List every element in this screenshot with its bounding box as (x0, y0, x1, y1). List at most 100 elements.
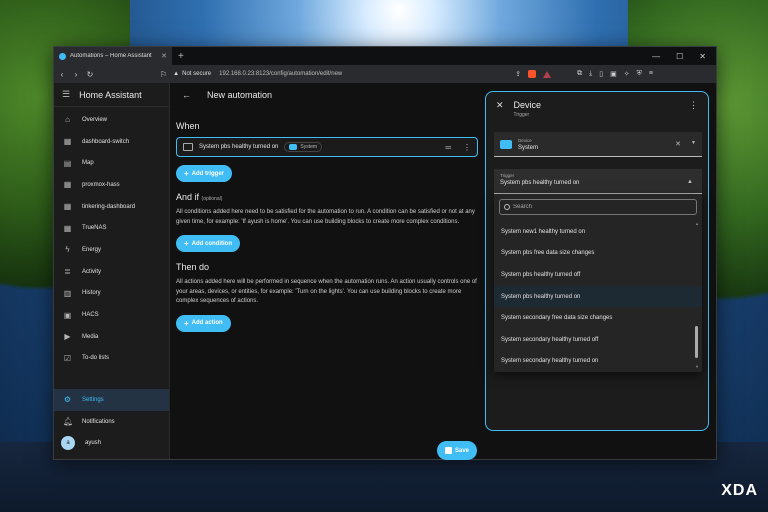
sidebar-item-history[interactable]: ▥ History (54, 283, 169, 305)
browser-tab[interactable]: Automations – Home Assistant ✕ (54, 47, 172, 65)
wallet-icon[interactable]: ▣ (610, 70, 617, 78)
brave-shield-icon[interactable] (528, 70, 537, 78)
new-tab-icon[interactable]: + (178, 51, 184, 62)
trigger-card-actions: ═ ⋮ (445, 143, 471, 152)
scroll-down-icon[interactable]: ▼ (695, 364, 699, 369)
sidebar-toggle-icon[interactable]: ▯ (599, 70, 603, 78)
security-indicator[interactable]: ▲ Not secure (173, 71, 211, 77)
tab-bar: Automations – Home Assistant ✕ + — ☐ ✕ (54, 47, 716, 65)
and-if-title: And if (176, 192, 200, 202)
close-window-icon[interactable]: ✕ (699, 52, 706, 61)
dropdown-option[interactable]: System secondary free data size changes (494, 307, 702, 329)
dropdown-option[interactable]: System new1 healthy turned on (494, 221, 702, 243)
plus-icon: + (184, 318, 189, 328)
button-label: Add condition (191, 240, 232, 247)
sidebar-item-label: Energy (82, 246, 102, 253)
menu-icon[interactable]: ≡ (649, 70, 653, 78)
sidebar-item-energy[interactable]: ϟ Energy (54, 239, 169, 261)
clipboard-icon: ☑ (63, 353, 72, 363)
forward-icon[interactable]: › (72, 70, 80, 79)
url-text[interactable]: 192.168.0.23:8123/config/automation/edit… (219, 71, 342, 77)
sidebar-item-truenas[interactable]: ▦ TrueNAS (54, 217, 169, 239)
share-icon[interactable]: ⇪ (515, 70, 521, 78)
plus-icon: + (184, 169, 189, 178)
back-arrow-icon[interactable]: ← (182, 90, 191, 100)
drag-handle-icon[interactable]: ═ (445, 143, 451, 152)
sidebar-item-hacs[interactable]: ▣ HACS (54, 304, 169, 326)
sidebar-item-label: TrueNAS (82, 225, 107, 232)
sidebar-item-map[interactable]: ▤ Map (54, 152, 169, 174)
sidebar-item-settings[interactable]: ⚙ Settings (54, 389, 169, 411)
media-icon: ▶ (64, 332, 71, 342)
sidebar-item-label: proxmox-hass (82, 181, 120, 188)
sidebar-item-tinkering-dashboard[interactable]: ▦ tinkering-dashboard (54, 196, 169, 218)
trigger-select[interactable]: Trigger System pbs healthy turned on ▲ (494, 169, 702, 194)
sidebar-item-profile[interactable]: a ayush (54, 432, 169, 454)
dropdown-option[interactable]: System pbs free data size changes (494, 243, 702, 265)
add-action-button[interactable]: + Add action (176, 314, 231, 332)
back-icon[interactable]: ‹ (58, 70, 66, 79)
sidebar-item-overview[interactable]: ⌂ Overview (54, 109, 169, 131)
sidebar-item-notifications[interactable]: 🔔︎ Notifications (54, 411, 169, 433)
clear-icon[interactable]: ✕ (675, 140, 681, 148)
sidebar-title: Home Assistant (79, 89, 142, 100)
page-title: New automation (207, 90, 273, 100)
dropdown-option-selected[interactable]: System pbs healthy turned on (494, 285, 702, 308)
home-assistant-app: ☰ Home Assistant ⌂ Overview ▦ dashboard-… (54, 83, 716, 460)
dashboard-icon: ▦ (63, 180, 72, 190)
brave-rewards-icon[interactable] (543, 70, 552, 78)
reload-icon[interactable]: ↻ (86, 70, 94, 79)
extension-icon[interactable]: ⧉ (577, 70, 582, 78)
add-condition-button[interactable]: + Add condition (176, 235, 240, 252)
sidebar-item-todo-lists[interactable]: ☑ To-do lists (54, 348, 169, 370)
sidebar-item-proxmox-hass[interactable]: ▦ proxmox-hass (54, 174, 169, 196)
close-icon[interactable]: ✕ (496, 100, 504, 111)
sidebar-item-dashboard-switch[interactable]: ▦ dashboard-switch (54, 131, 169, 153)
sidebar-item-media[interactable]: ▶ Media (54, 326, 169, 348)
device-value: System (518, 144, 539, 151)
panel-title: Device (513, 100, 542, 110)
scroll-up-icon[interactable]: ▲ (695, 221, 699, 226)
when-heading: When (176, 121, 200, 131)
vpn-icon[interactable]: ⛨ (637, 70, 642, 78)
scrollbar-thumb[interactable] (695, 326, 698, 358)
hamburger-menu-icon[interactable]: ☰ (62, 89, 70, 100)
then-do-heading: Then do (176, 262, 210, 272)
device-field-text: Device System (518, 138, 538, 151)
device-picker[interactable]: Device System ✕ ▼ (494, 132, 702, 157)
close-icon[interactable]: ✕ (161, 52, 167, 60)
address-bar: ‹ › ↻ ⚐ ▲ Not secure 192.168.0.23:8123/c… (54, 65, 716, 83)
maximize-icon[interactable]: ☐ (676, 52, 683, 61)
dropdown-option[interactable]: System secondary healthy turned on (494, 351, 702, 373)
add-trigger-button[interactable]: + Add trigger (176, 165, 233, 182)
sidebar-item-activity[interactable]: ≣ Activity (54, 261, 169, 283)
search-input[interactable] (513, 204, 683, 210)
leo-icon[interactable]: ✧ (624, 70, 630, 78)
trigger-card[interactable]: System pbs healthy turned on System ═ ⋮ (176, 137, 478, 157)
sidebar-item-label: dashboard-switch (82, 138, 130, 145)
url-field[interactable]: ▲ Not secure 192.168.0.23:8123/config/au… (173, 68, 552, 81)
device-logo-icon (289, 144, 298, 150)
url-actions: ⇪ (515, 70, 552, 78)
save-button[interactable]: Save (437, 441, 477, 460)
panel-header: ✕ Device Trigger ⋮ (486, 92, 708, 122)
more-vert-icon[interactable]: ⋮ (689, 100, 698, 111)
gear-icon: ⚙ (63, 395, 72, 405)
device-chip[interactable]: System (284, 142, 323, 152)
sidebar-item-label: To-do lists (82, 355, 110, 362)
bookmark-icon[interactable]: ⚐ (160, 70, 167, 79)
trigger-dropdown: System new1 healthy turned on System pbs… (494, 194, 702, 372)
lightning-icon: ϟ (65, 245, 70, 255)
dropdown-option[interactable]: System secondary healthy turned off (494, 329, 702, 351)
download-icon[interactable]: ⤓ (589, 70, 592, 78)
sidebar-item-label: Overview (82, 116, 108, 123)
bell-icon: 🔔︎ (63, 417, 74, 427)
chevron-down-icon[interactable]: ▼ (691, 140, 696, 148)
xda-watermark: XDA (721, 482, 758, 499)
dropdown-option[interactable]: System pbs healthy turned off (494, 264, 702, 286)
minimize-icon[interactable]: — (652, 52, 660, 61)
chevron-down-icon[interactable]: ▲ (687, 179, 693, 185)
more-vert-icon[interactable]: ⋮ (463, 143, 471, 152)
search-box[interactable] (499, 199, 697, 215)
sidebar-item-label: Map (82, 160, 94, 167)
